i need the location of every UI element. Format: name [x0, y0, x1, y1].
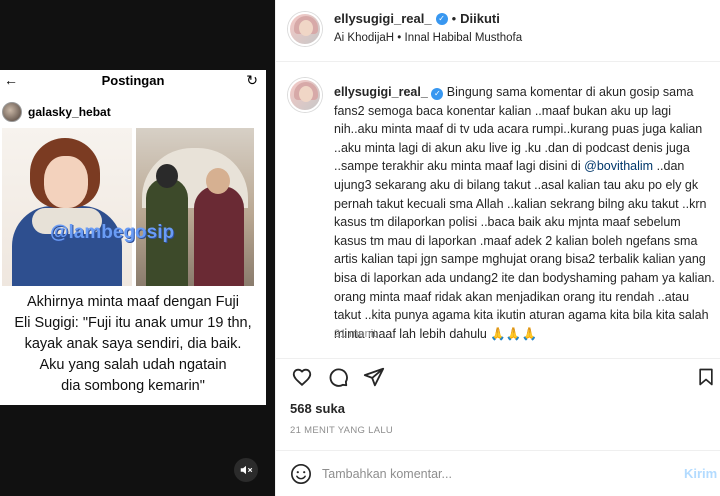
- mention-link[interactable]: @bovithalim: [584, 159, 653, 173]
- mute-button[interactable]: [234, 458, 258, 482]
- photo-watermark: @lambegosip: [50, 222, 175, 243]
- emoji-button[interactable]: [290, 463, 312, 485]
- comment-text: ellysugigi_real_ ✓ Bingung sama komentar…: [334, 83, 716, 343]
- photo-figure-face: [44, 156, 88, 208]
- verified-badge-icon: ✓: [431, 88, 444, 101]
- paper-plane-icon: [363, 367, 385, 387]
- comment-button[interactable]: [326, 365, 350, 389]
- comment-bubble-icon: [329, 368, 348, 387]
- likes-count[interactable]: 568 suka: [290, 401, 345, 416]
- header-username[interactable]: ellysugigi_real_: [334, 11, 432, 26]
- screenshot-title: Postingan: [101, 73, 165, 88]
- comment-text-part: ..dan ujung3 sekarang aku di bilang taku…: [334, 159, 715, 341]
- screenshot-username: galasky_hebat: [28, 105, 111, 119]
- action-bar: [276, 358, 720, 390]
- embedded-screenshot: ← Postingan ↻ galasky_hebat @lambegosip …: [0, 70, 266, 405]
- screenshot-user: galasky_hebat: [2, 100, 111, 124]
- smiley-icon: [291, 464, 311, 484]
- photo-woman-head: [156, 164, 178, 188]
- header-separator: •: [451, 11, 457, 26]
- caption-line: Akhirnya minta maaf dengan Fuji: [27, 294, 239, 310]
- bookmark-icon: [699, 368, 713, 386]
- screenshot-header: ← Postingan ↻: [0, 70, 266, 90]
- heart-icon: [292, 368, 312, 387]
- screenshot-avatar: [2, 102, 22, 122]
- avatar[interactable]: [288, 12, 322, 46]
- post-comment-button[interactable]: Kirim: [684, 466, 717, 481]
- like-button[interactable]: [290, 365, 314, 389]
- post-panel: ellysugigi_real_ ✓ • Diikuti Ai KhodijaH…: [275, 0, 720, 496]
- speaker-muted-icon: [240, 465, 253, 475]
- save-button[interactable]: [694, 365, 718, 389]
- post-date: 21 MENIT YANG LALU: [290, 425, 394, 436]
- caption-comment: ellysugigi_real_ ✓ Bingung sama komentar…: [276, 63, 720, 353]
- header-user: ellysugigi_real_ ✓ • Diikuti: [334, 11, 500, 26]
- audio-link[interactable]: Ai KhodijaH • Innal Habibal Musthofa: [334, 32, 522, 44]
- avatar[interactable]: [288, 78, 322, 112]
- following-button[interactable]: Diikuti: [460, 11, 500, 26]
- comment-timestamp: 21 menit: [334, 328, 377, 340]
- photo-man-head: [206, 168, 230, 194]
- photo-couple: [136, 128, 254, 286]
- caption-line: Aku yang salah udah ngatain: [39, 357, 227, 373]
- post-header: ellysugigi_real_ ✓ • Diikuti Ai KhodijaH…: [276, 0, 720, 62]
- refresh-icon: ↻: [246, 72, 258, 88]
- caption-line: dia sombong kemarin": [61, 378, 205, 394]
- screenshot-caption: Akhirnya minta maaf dengan Fuji Eli Sugi…: [0, 292, 266, 397]
- share-button[interactable]: [362, 365, 386, 389]
- caption-line: Eli Sugigi: "Fuji itu anak umur 19 thn,: [14, 315, 252, 331]
- caption-line: kayak anak saya sendiri, dia baik.: [24, 336, 242, 352]
- add-comment-bar: Kirim: [276, 450, 720, 496]
- comment-username[interactable]: ellysugigi_real_: [334, 85, 428, 99]
- photo-man: [194, 186, 244, 286]
- post-media[interactable]: ← Postingan ↻ galasky_hebat @lambegosip …: [0, 0, 275, 496]
- photo-girl: [2, 128, 132, 286]
- verified-badge-icon: ✓: [435, 12, 448, 25]
- comment-input[interactable]: [322, 464, 652, 484]
